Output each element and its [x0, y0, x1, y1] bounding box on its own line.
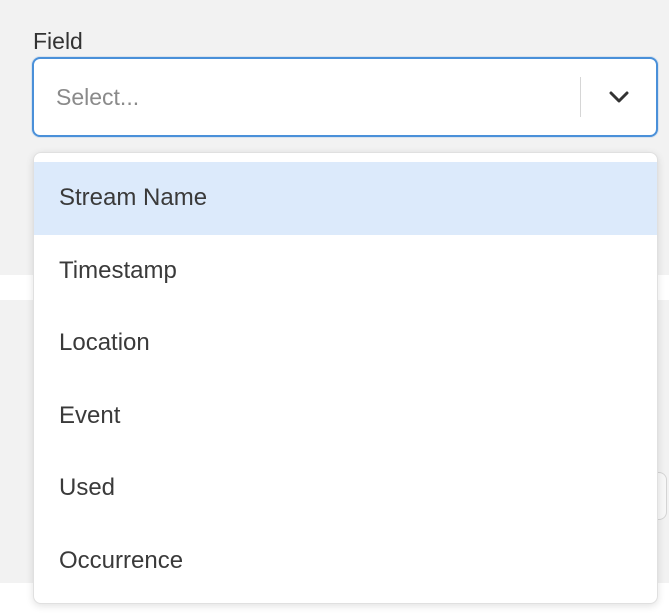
dropdown-option-list: Stream Name Timestamp Location Event Use… [34, 162, 657, 597]
chevron-down-icon[interactable] [604, 83, 634, 111]
dropdown-option-used[interactable]: Used [34, 452, 657, 525]
dropdown-option-location[interactable]: Location [34, 307, 657, 380]
select-placeholder: Select... [56, 84, 140, 110]
dropdown-option-stream-name[interactable]: Stream Name [34, 162, 657, 235]
field-select[interactable]: Select... [32, 57, 658, 137]
field-label: Field [33, 28, 83, 54]
indicator-separator [580, 77, 581, 117]
dropdown-option-timestamp[interactable]: Timestamp [34, 235, 657, 308]
dropdown-option-occurrence[interactable]: Occurrence [34, 525, 657, 598]
dropdown-menu: Stream Name Timestamp Location Event Use… [33, 152, 658, 604]
dropdown-option-event[interactable]: Event [34, 380, 657, 453]
